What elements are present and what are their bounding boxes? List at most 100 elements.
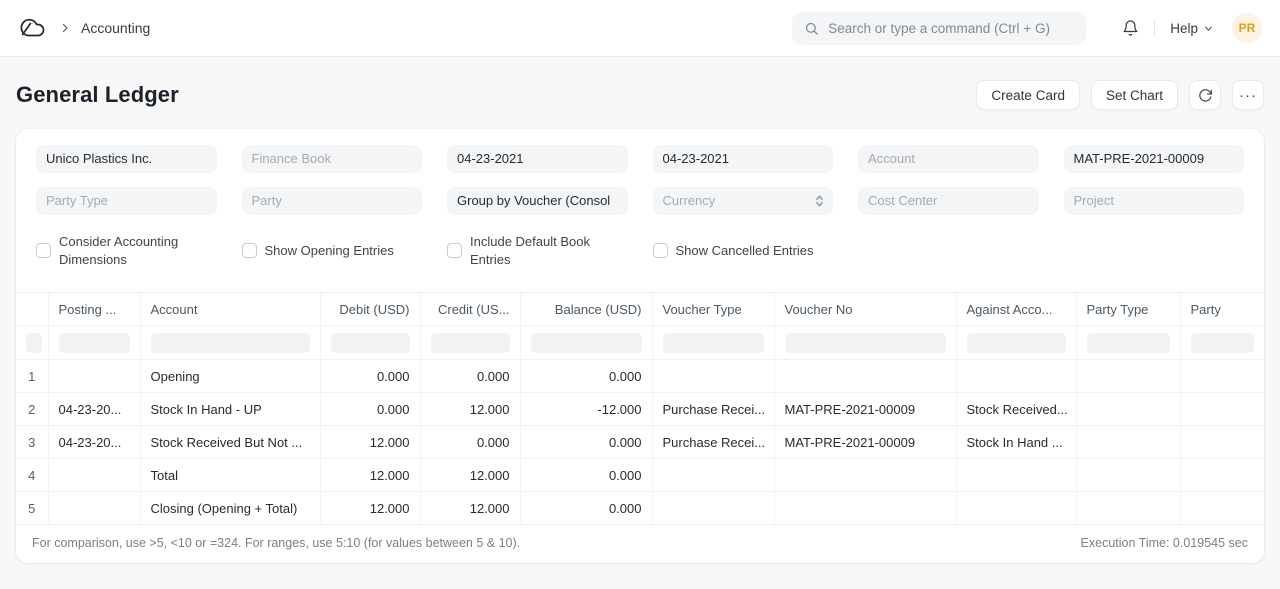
header-party[interactable]: Party: [1180, 293, 1264, 326]
more-menu-button[interactable]: ···: [1232, 80, 1264, 110]
cell-party-type[interactable]: [1076, 459, 1180, 492]
breadcrumb[interactable]: Accounting: [81, 20, 150, 36]
cell-voucher-type[interactable]: Purchase Recei...: [652, 393, 774, 426]
cell-credit[interactable]: 12.000: [420, 459, 520, 492]
cell-account[interactable]: Stock Received But Not ...: [140, 426, 320, 459]
filter-party-input[interactable]: Party: [242, 187, 423, 215]
cell-account[interactable]: Stock In Hand - UP: [140, 393, 320, 426]
global-search-input[interactable]: [792, 12, 1086, 45]
set-chart-button[interactable]: Set Chart: [1091, 80, 1178, 110]
cell-balance[interactable]: 0.000: [520, 360, 652, 393]
notifications-bell-icon[interactable]: [1122, 19, 1139, 37]
filter-from-date-input[interactable]: 04-23-2021: [447, 145, 628, 173]
filter-party-type-input[interactable]: Party Type: [36, 187, 217, 215]
header-account[interactable]: Account: [140, 293, 320, 326]
column-filter-input[interactable]: [531, 333, 642, 353]
cell-voucher-no[interactable]: MAT-PRE-2021-00009: [774, 393, 956, 426]
help-menu-button[interactable]: Help: [1170, 21, 1214, 36]
cell-balance[interactable]: 0.000: [520, 459, 652, 492]
cell-voucher-no[interactable]: [774, 492, 956, 525]
search-input-field[interactable]: [828, 21, 1074, 36]
cell-posting-date[interactable]: 04-23-20...: [48, 426, 140, 459]
create-card-button[interactable]: Create Card: [976, 80, 1080, 110]
filter-currency-select[interactable]: Currency: [653, 187, 834, 215]
cell-credit[interactable]: 0.000: [420, 426, 520, 459]
cell-voucher-no[interactable]: [774, 360, 956, 393]
cell-against-account[interactable]: [956, 459, 1076, 492]
filter-cost-center-input[interactable]: Cost Center: [858, 187, 1039, 215]
column-filter-input[interactable]: [967, 333, 1066, 353]
cell-party-type[interactable]: [1076, 426, 1180, 459]
header-party-type[interactable]: Party Type: [1076, 293, 1180, 326]
cell-debit[interactable]: 0.000: [320, 393, 420, 426]
cell-party[interactable]: [1180, 360, 1264, 393]
column-filter-input[interactable]: [431, 333, 510, 353]
column-filter-input[interactable]: [26, 333, 42, 353]
column-filter-input[interactable]: [1191, 333, 1255, 353]
filter-voucher-no-input[interactable]: MAT-PRE-2021-00009: [1064, 145, 1245, 173]
column-filter-input[interactable]: [151, 333, 310, 353]
cell-balance[interactable]: 0.000: [520, 492, 652, 525]
cell-credit[interactable]: 12.000: [420, 393, 520, 426]
refresh-button[interactable]: [1189, 80, 1221, 110]
cell-credit[interactable]: 12.000: [420, 492, 520, 525]
filter-finance-book-input[interactable]: Finance Book: [242, 145, 423, 173]
column-filter-input[interactable]: [663, 333, 764, 353]
header-debit[interactable]: Debit (USD): [320, 293, 420, 326]
cell-balance[interactable]: -12.000: [520, 393, 652, 426]
checkbox-icon[interactable]: [242, 243, 257, 258]
cell-voucher-type[interactable]: [652, 492, 774, 525]
checkbox-icon[interactable]: [36, 243, 51, 258]
cell-balance[interactable]: 0.000: [520, 426, 652, 459]
cell-account[interactable]: Closing (Opening + Total): [140, 492, 320, 525]
cell-account[interactable]: Opening: [140, 360, 320, 393]
cell-party-type[interactable]: [1076, 360, 1180, 393]
cell-voucher-no[interactable]: [774, 459, 956, 492]
checkbox-show-cancelled-entries[interactable]: Show Cancelled Entries: [653, 233, 834, 268]
cell-debit[interactable]: 12.000: [320, 459, 420, 492]
column-filter-input[interactable]: [331, 333, 410, 353]
header-voucher-type[interactable]: Voucher Type: [652, 293, 774, 326]
checkbox-icon[interactable]: [653, 243, 668, 258]
cell-against-account[interactable]: [956, 492, 1076, 525]
cell-party-type[interactable]: [1076, 393, 1180, 426]
filter-company-input[interactable]: Unico Plastics Inc.: [36, 145, 217, 173]
filter-group-by-select[interactable]: Group by Voucher (Consol: [447, 187, 628, 215]
cell-party[interactable]: [1180, 426, 1264, 459]
cell-posting-date[interactable]: [48, 492, 140, 525]
column-filter-input[interactable]: [1087, 333, 1170, 353]
checkbox-show-opening-entries[interactable]: Show Opening Entries: [242, 233, 423, 268]
filter-account-input[interactable]: Account: [858, 145, 1039, 173]
cell-posting-date[interactable]: [48, 360, 140, 393]
cell-credit[interactable]: 0.000: [420, 360, 520, 393]
cell-voucher-type[interactable]: [652, 459, 774, 492]
header-against-account[interactable]: Against Acco...: [956, 293, 1076, 326]
filter-project-input[interactable]: Project: [1064, 187, 1245, 215]
cell-party[interactable]: [1180, 393, 1264, 426]
user-avatar[interactable]: PR: [1232, 13, 1262, 43]
filter-to-date-input[interactable]: 04-23-2021: [653, 145, 834, 173]
cell-party-type[interactable]: [1076, 492, 1180, 525]
cell-against-account[interactable]: Stock Received...: [956, 393, 1076, 426]
header-balance[interactable]: Balance (USD): [520, 293, 652, 326]
cell-party[interactable]: [1180, 492, 1264, 525]
cell-against-account[interactable]: Stock In Hand ...: [956, 426, 1076, 459]
cell-posting-date[interactable]: 04-23-20...: [48, 393, 140, 426]
header-voucher-no[interactable]: Voucher No: [774, 293, 956, 326]
cell-voucher-no[interactable]: MAT-PRE-2021-00009: [774, 426, 956, 459]
column-filter-input[interactable]: [59, 333, 130, 353]
header-posting-date[interactable]: Posting ...: [48, 293, 140, 326]
cell-party[interactable]: [1180, 459, 1264, 492]
cell-voucher-type[interactable]: Purchase Recei...: [652, 426, 774, 459]
column-filter-input[interactable]: [785, 333, 946, 353]
checkbox-consider-accounting-dimensions[interactable]: Consider Accounting Dimensions: [36, 233, 217, 268]
cell-voucher-type[interactable]: [652, 360, 774, 393]
cell-posting-date[interactable]: [48, 459, 140, 492]
cell-account[interactable]: Total: [140, 459, 320, 492]
cell-against-account[interactable]: [956, 360, 1076, 393]
checkbox-icon[interactable]: [447, 243, 462, 258]
cell-debit[interactable]: 12.000: [320, 492, 420, 525]
checkbox-include-default-book-entries[interactable]: Include Default Book Entries: [447, 233, 628, 268]
header-credit[interactable]: Credit (US...: [420, 293, 520, 326]
cell-debit[interactable]: 0.000: [320, 360, 420, 393]
